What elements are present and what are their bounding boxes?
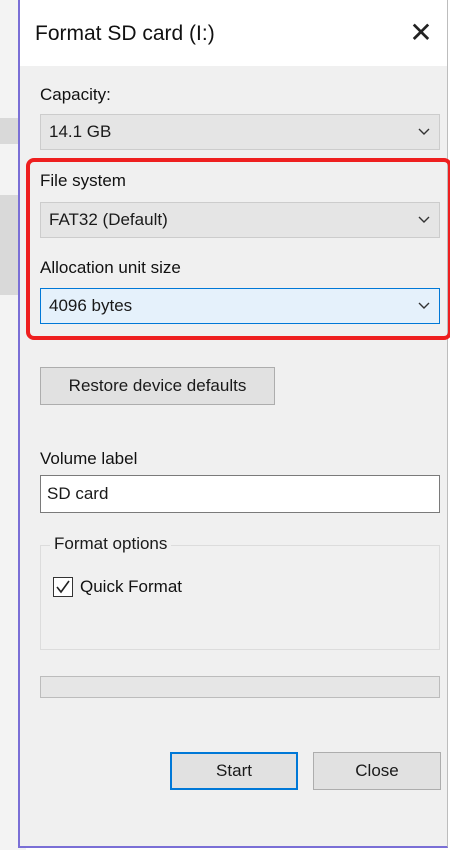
format-dialog: Format SD card (I:) ✕ Capacity: 14.1 GB … — [18, 0, 450, 848]
allocation-unit-dropdown[interactable]: 4096 bytes — [40, 288, 440, 324]
allocation-unit-value: 4096 bytes — [49, 296, 133, 315]
title-bar: Format SD card (I:) ✕ — [20, 0, 447, 66]
file-system-dropdown[interactable]: FAT32 (Default) — [40, 202, 440, 238]
chevron-down-icon — [417, 289, 431, 336]
capacity-dropdown[interactable]: 14.1 GB — [40, 114, 440, 150]
file-system-label: File system — [40, 171, 126, 190]
file-system-value: FAT32 (Default) — [49, 210, 168, 229]
quick-format-checkbox[interactable] — [53, 577, 73, 597]
format-options-legend: Format options — [50, 534, 172, 554]
volume-label-value: SD card — [47, 484, 109, 503]
start-button[interactable]: Start — [170, 752, 298, 790]
dialog-title: Format SD card (I:) — [35, 22, 215, 45]
close-icon[interactable]: ✕ — [403, 14, 439, 50]
format-options-group — [40, 545, 440, 650]
close-button[interactable]: Close — [313, 752, 441, 790]
capacity-label-text: Capacity: — [40, 85, 111, 104]
chevron-down-icon — [417, 115, 431, 162]
capacity-value: 14.1 GB — [49, 122, 112, 141]
capacity-label: Capacity: — [40, 85, 111, 105]
volume-label-label: Volume label — [40, 449, 138, 468]
chevron-down-icon — [417, 203, 431, 250]
quick-format-label[interactable]: Quick Format — [80, 577, 182, 597]
restore-defaults-button[interactable]: Restore device defaults — [40, 367, 275, 405]
volume-label-input[interactable]: SD card — [40, 475, 440, 513]
allocation-unit-label: Allocation unit size — [40, 258, 181, 277]
checkmark-icon — [56, 580, 70, 594]
format-progress-bar — [40, 676, 440, 698]
